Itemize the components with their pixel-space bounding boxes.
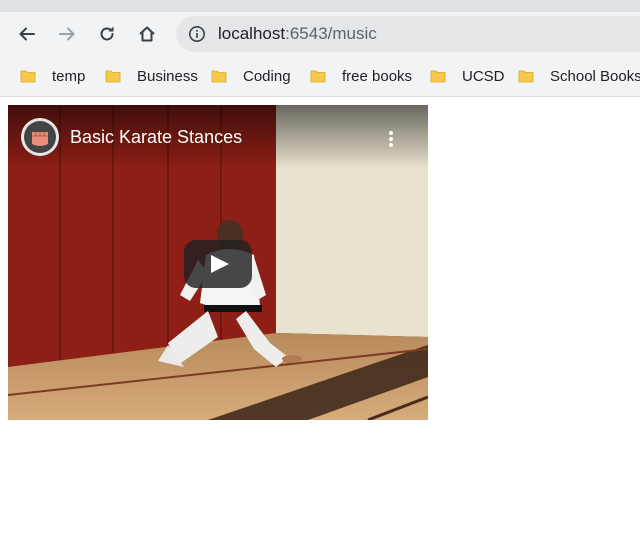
fist-icon — [21, 118, 59, 156]
url-host: localhost — [218, 24, 286, 43]
bookmark-temp[interactable]: temp — [20, 64, 85, 88]
bookmarks-bar: temp Business Coding free books UCSD Sch… — [0, 56, 640, 97]
kebab-menu-icon[interactable] — [384, 129, 398, 149]
video-player[interactable]: Basic Karate Stances — [8, 105, 428, 420]
forward-button[interactable] — [53, 20, 81, 48]
folder-icon — [105, 70, 121, 83]
info-icon[interactable] — [188, 25, 206, 43]
bookmark-coding[interactable]: Coding — [211, 64, 291, 88]
bookmark-ucsd[interactable]: UCSD — [430, 64, 505, 88]
bookmark-label: Coding — [243, 67, 291, 85]
reload-icon — [100, 26, 114, 41]
url-path: :6543/music — [285, 24, 377, 43]
back-button[interactable] — [13, 20, 41, 48]
url-text[interactable]: localhost:6543/music — [218, 24, 377, 44]
bookmark-label: UCSD — [462, 67, 505, 85]
folder-icon — [211, 70, 227, 83]
arrow-right-icon — [59, 27, 75, 41]
bookmark-label: free books — [342, 67, 413, 85]
bookmark-label: Business — [137, 67, 198, 85]
video-title[interactable]: Basic Karate Stances — [70, 127, 242, 148]
home-button[interactable] — [133, 20, 161, 48]
folder-icon — [310, 70, 326, 83]
home-icon — [139, 26, 155, 42]
bookmark-school-books[interactable]: School Books — [518, 64, 640, 88]
bookmark-free-books[interactable]: free books — [310, 64, 412, 88]
address-bar[interactable]: localhost:6543/music — [176, 16, 640, 52]
reload-button[interactable] — [93, 20, 121, 48]
bookmark-label: temp — [52, 67, 86, 85]
channel-avatar[interactable] — [21, 118, 59, 156]
folder-icon — [20, 70, 36, 83]
bookmark-label: School Books — [550, 67, 640, 85]
arrow-left-icon — [19, 27, 35, 41]
folder-icon — [518, 70, 534, 83]
play-icon[interactable] — [184, 240, 252, 288]
browser-toolbar: localhost:6543/music — [0, 12, 640, 56]
bookmark-business[interactable]: Business — [105, 64, 198, 88]
folder-icon — [430, 70, 446, 83]
